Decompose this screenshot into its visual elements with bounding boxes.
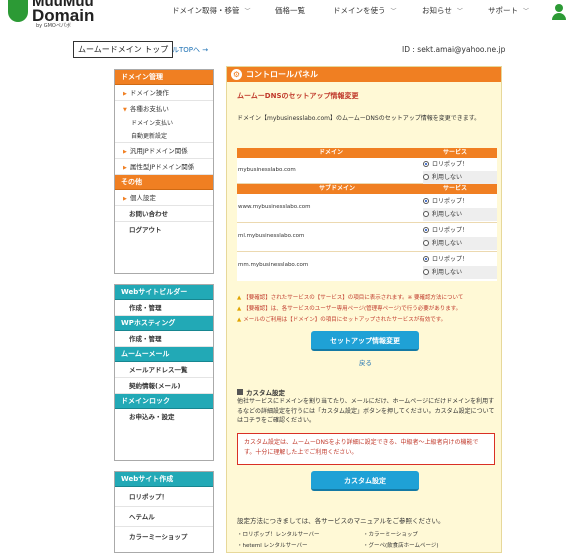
radio-icon (423, 269, 429, 275)
setup-change-button[interactable]: セットアップ情報変更 (311, 331, 419, 351)
bullet-icon: ▶ (123, 165, 127, 171)
sidebar-heading-muumuu-mail: ムームーメール (115, 347, 213, 362)
nav-domain-transfer[interactable]: ドメイン取得・移管 ﹀ (172, 5, 251, 16)
radio-lolipop[interactable]: ロリポップ！ (423, 224, 497, 237)
sidebar-item-mail-list[interactable]: メールアドレス一覧 (115, 362, 213, 378)
sidebar-item-builder-manage[interactable]: 作成・管理 (115, 300, 213, 316)
sidebar-web-create: Webサイト作成 ロリポップ！ ヘテムル カラーミーショップ (114, 471, 214, 553)
warning-note: ▲ 【要確認】されたサービスの【サービス】の項目に表示されます。※ 要確認方法につ… (237, 295, 464, 301)
sidebar-heading-others: その他 (115, 175, 213, 190)
radio-icon (423, 161, 429, 167)
sidebar-services: Webサイトビルダー 作成・管理 WPホスティング 作成・管理 ムームーメール … (114, 284, 214, 461)
user-icon[interactable] (552, 4, 566, 20)
radio-none[interactable]: 利用しない (423, 266, 497, 279)
radio-lolipop[interactable]: ロリポップ！ (423, 253, 497, 266)
table-row: mm.mybusinesslabo.com ロリポップ！ 利用しない (237, 252, 497, 281)
sidebar-item-colorme[interactable]: カラーミーショップ (115, 527, 213, 547)
sidebar-heading-domain-admin: ドメイン管理 (115, 70, 213, 85)
sidebar-item-general-jp[interactable]: ▶ 汎用JPドメイン関係 (115, 143, 213, 159)
bullet-icon: ▶ (123, 196, 127, 202)
dns-setup-table: ドメイン サービス mybusinesslabo.com ロリポップ！ 利用しな… (237, 148, 497, 281)
sidebar-item-wp-manage[interactable]: 作成・管理 (115, 331, 213, 347)
sidebar-heading-wp-hosting: WPホスティング (115, 316, 213, 331)
nav-support[interactable]: サポート ﹀ (488, 5, 529, 16)
logo-mark-icon (8, 0, 28, 22)
domain-name: mybusinesslabo.com (238, 167, 296, 173)
sidebar-sub-domain-payment[interactable]: ドメイン支払い (115, 117, 213, 130)
sidebar-item-lolipop[interactable]: ロリポップ！ (115, 487, 213, 507)
panel-title: コントロールパネル (246, 70, 318, 79)
chevron-down-icon: ﹀ (456, 8, 463, 15)
manual-link-lolipop[interactable]: ・ロリポップ！レンタルサーバー (237, 530, 319, 538)
custom-settings-button[interactable]: カスタム設定 (311, 471, 419, 491)
sidebar-heading-web-builder: Webサイトビルダー (115, 285, 213, 300)
sidebar-domain-admin: ドメイン管理 ▶ ドメイン操作 ▼ 各種お支払い ドメイン支払い 自動更新設定 ▶ 汎… (114, 69, 214, 274)
gear-icon: ⚙ (231, 69, 242, 80)
sidebar-item-payments[interactable]: ▼ 各種お支払い (115, 101, 213, 117)
subdomain-name: mm.mybusinesslabo.com (238, 262, 309, 268)
manual-link-goope[interactable]: ・グーペ(飲食店ホームページ) (363, 541, 439, 549)
bullet-icon: ▶ (123, 149, 127, 155)
warning-note: ▲ メールのご利用は【ドメイン】の項目にセットアップされたサービスが有効です。 (237, 317, 447, 323)
sidebar-item-personal[interactable]: ▶ 個人設定 (115, 190, 213, 206)
sidebar-item-contact[interactable]: お問い合わせ (115, 206, 213, 222)
portal-top-link[interactable]: ルTOPへ → (172, 45, 208, 55)
radio-lolipop[interactable]: ロリポップ！ (423, 158, 497, 171)
sidebar-item-domain-ops[interactable]: ▶ ドメイン操作 (115, 85, 213, 101)
custom-settings-text: 他社サービスにドメインを割り当てたり、メールにだけ、ホームページにだけドメインを… (237, 398, 495, 424)
table-row: www.mybusinesslabo.com ロリポップ！ 利用しない (237, 194, 497, 223)
radio-icon (423, 174, 429, 180)
nav-news[interactable]: お知らせ ﹀ (422, 5, 463, 16)
site-header: MuuMuu Domain ドメイン取得・移管 ﹀ 価格一覧 ドメインを使う ﹀ お… (0, 0, 578, 28)
radio-none[interactable]: 利用しない (423, 208, 497, 221)
user-id: ID : sekt.amai@yahoo.ne.jp (402, 45, 506, 54)
sidebar-item-logout[interactable]: ログアウト (115, 222, 213, 238)
manual-link-colorme[interactable]: ・カラーミーショップ (363, 530, 418, 538)
subdomain-name: www.mybusinesslabo.com (238, 204, 311, 210)
chevron-down-icon: ﹀ (390, 8, 397, 15)
sidebar-item-lock-apply[interactable]: お申込み・設定 (115, 409, 213, 425)
radio-lolipop[interactable]: ロリポップ！ (423, 195, 497, 208)
table-header-subdomain: サブドメイン サービス (237, 184, 497, 194)
warning-icon: ▲ (237, 295, 242, 301)
warning-icon: ▲ (237, 306, 242, 312)
sidebar-item-attr-jp[interactable]: ▶ 属性型JPドメイン関係 (115, 159, 213, 175)
custom-warning-box: カスタム設定は、ムームーDNSをより詳細に設定できる、中級者〜上級者向けの機能で… (237, 433, 495, 465)
radio-icon (423, 256, 429, 262)
logo-byline: by GMOペパボ (36, 23, 71, 29)
sidebar-heading-web-create: Webサイト作成 (115, 472, 213, 487)
setup-title: ムームーDNSのセットアップ情報変更 (237, 92, 359, 100)
setup-intro: ドメイン【mybusinesslabo.com】のムームーDNSのセットアップ情… (237, 115, 481, 122)
radio-icon (423, 227, 429, 233)
sidebar-sub-auto-renew[interactable]: 自動更新設定 (115, 130, 213, 143)
back-link[interactable]: 戻る (359, 357, 372, 367)
chevron-down-icon: ﹀ (523, 8, 530, 15)
manual-link-heteml[interactable]: ・heteml レンタルサーバー (237, 541, 308, 549)
radio-none[interactable]: 利用しない (423, 237, 497, 250)
square-icon (237, 389, 243, 395)
radio-icon (423, 240, 429, 246)
warning-icon: ▲ (237, 317, 242, 323)
sidebar-item-mail-contract[interactable]: 契約情報(メール) (115, 378, 213, 394)
panel-header: ⚙ コントロールパネル (227, 67, 501, 82)
radio-none[interactable]: 利用しない (423, 171, 497, 184)
bullet-icon: ▶ (123, 91, 127, 97)
sidebar-heading-domain-lock: ドメインロック (115, 394, 213, 409)
radio-icon (423, 198, 429, 204)
warning-note: ▲ 【要確認】は、各サービスのユーザー専用ページ(管理専ページ)で行う必要がありま… (237, 306, 462, 312)
custom-settings-title: カスタム設定 (237, 387, 285, 397)
bullet-icon: ▼ (123, 107, 127, 113)
chevron-down-icon: ﹀ (244, 8, 251, 15)
nav-use-domain[interactable]: ドメインを使う ﹀ (333, 5, 397, 16)
radio-icon (423, 211, 429, 217)
subdomain-name: ml.mybusinesslabo.com (238, 233, 305, 239)
table-header-domain: ドメイン サービス (237, 148, 497, 158)
control-panel: ⚙ コントロールパネル ムームーDNSのセットアップ情報変更 ドメイン【mybu… (226, 66, 502, 553)
table-row: ml.mybusinesslabo.com ロリポップ！ 利用しない (237, 223, 497, 252)
table-row: mybusinesslabo.com ロリポップ！ 利用しない (237, 158, 497, 184)
nav-price-list[interactable]: 価格一覧 (275, 5, 305, 16)
manual-text: 設定方法につきましては、各サービスのマニュアルをご参照ください。 (237, 517, 445, 525)
tooltip-top: ムームードメイン トップ (73, 41, 174, 58)
sidebar-item-heteml[interactable]: ヘテムル (115, 507, 213, 527)
